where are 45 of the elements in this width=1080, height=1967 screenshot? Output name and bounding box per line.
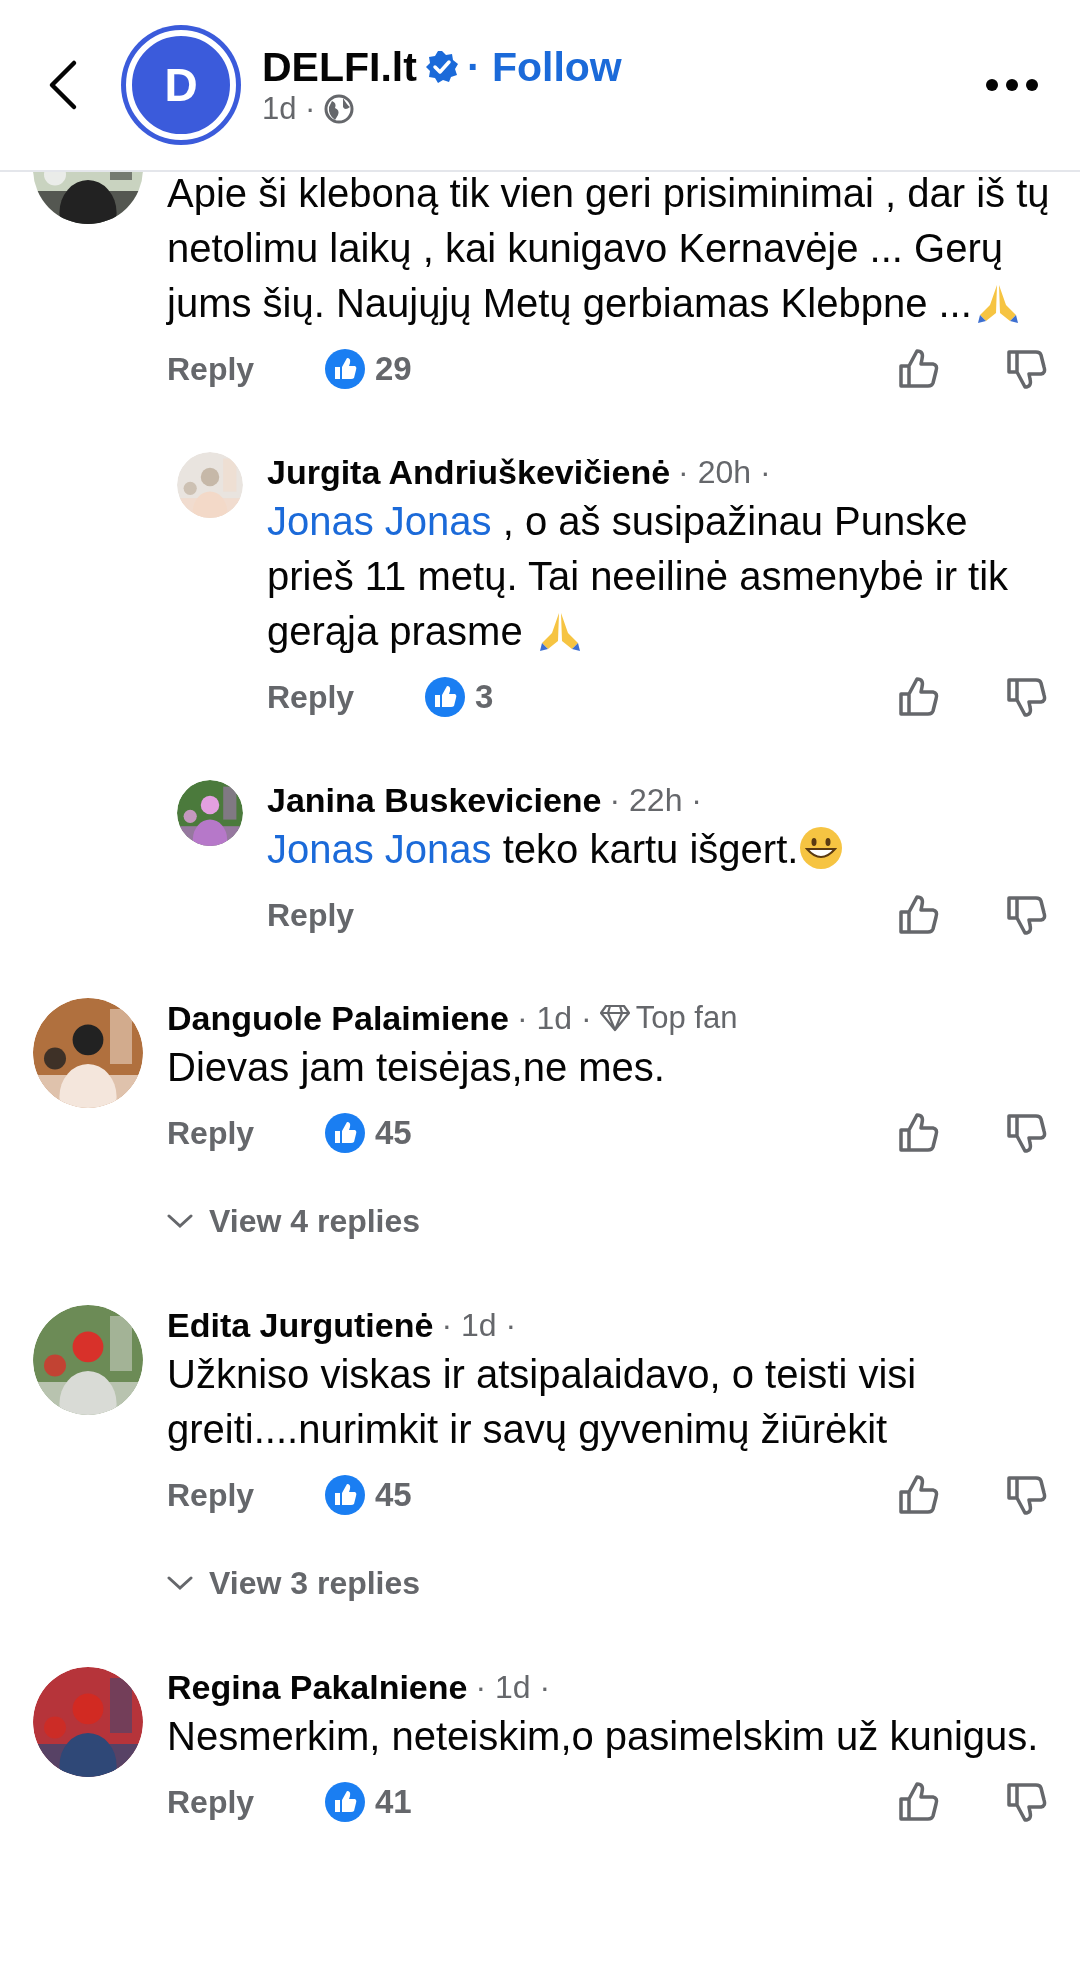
comment-time: · 1d · — [475, 1668, 551, 1706]
reply-button[interactable]: Reply — [167, 350, 325, 388]
comment-time: · 1d · — [517, 999, 592, 1037]
post-age: 1d · — [262, 90, 316, 127]
reply-button[interactable]: Reply — [167, 1783, 325, 1821]
author-name[interactable]: Edita Jurgutienė — [167, 1305, 434, 1345]
mention-link[interactable]: Jonas Jonas — [267, 499, 492, 543]
author-name[interactable]: Janina Buskeviciene — [267, 780, 602, 820]
comment-time: · 22h · — [609, 781, 702, 819]
reply-button[interactable]: Reply — [167, 1114, 325, 1152]
like-count: 3 — [475, 678, 494, 716]
reply-button[interactable]: Reply — [267, 678, 425, 716]
author-name[interactable]: Regina Pakalniene — [167, 1667, 468, 1707]
like-count: 45 — [375, 1476, 412, 1514]
page-name[interactable]: DELFI.lt — [262, 43, 417, 91]
comment-text: Užkniso viskas ir atsipalaidavo, o teisti visi greiti....nurimkit ir savų gyvenimų žiūrėkit — [167, 1351, 918, 1453]
globe-icon — [323, 92, 356, 125]
mention-link[interactable]: Jonas Jonas — [267, 827, 492, 871]
chevron-down-icon — [167, 1213, 193, 1229]
view-replies-button[interactable]: View 3 replies — [167, 1553, 421, 1613]
more-options-icon[interactable] — [984, 77, 1040, 93]
like-count: 41 — [375, 1783, 412, 1821]
author-name[interactable]: Jurgita Andriuškevičienė — [267, 452, 671, 492]
reply-button[interactable]: Reply — [267, 896, 425, 934]
like-icon — [325, 1113, 365, 1153]
like-icon — [325, 1782, 365, 1822]
comment-text: Jonas Jonas , o aš susipažinau Punske prieš 11 metų. Tai neeilinė asmenybė ir tik gerąja prasme — [267, 498, 1010, 655]
top-fan-label: Top fan — [599, 1000, 738, 1036]
comment-text: Dievas jam teisėjas,ne mes. — [167, 1044, 666, 1091]
author-name[interactable]: Danguole Palaimiene — [167, 998, 509, 1038]
comment-text: Nesmerkim, neteiskim,o pasimelskim už kunigus. — [167, 1713, 1040, 1760]
grinning-face-icon — [798, 825, 845, 871]
comment-text: Jonas Jonas teko kartu išgert. — [267, 822, 1050, 877]
reply-button[interactable]: Reply — [167, 1476, 325, 1514]
like-count: 45 — [375, 1114, 412, 1152]
follow-link[interactable]: · Follow — [466, 43, 622, 91]
comment-time: · 20h · — [678, 453, 771, 491]
diamond-icon — [599, 1004, 630, 1032]
like-icon — [325, 349, 365, 389]
like-icon — [325, 1475, 365, 1515]
chevron-down-icon — [167, 1575, 193, 1591]
like-icon — [425, 677, 465, 717]
like-count: 29 — [375, 350, 412, 388]
view-replies-button[interactable]: View 4 replies — [167, 1191, 421, 1251]
comment-time: · 1d · — [441, 1306, 517, 1344]
